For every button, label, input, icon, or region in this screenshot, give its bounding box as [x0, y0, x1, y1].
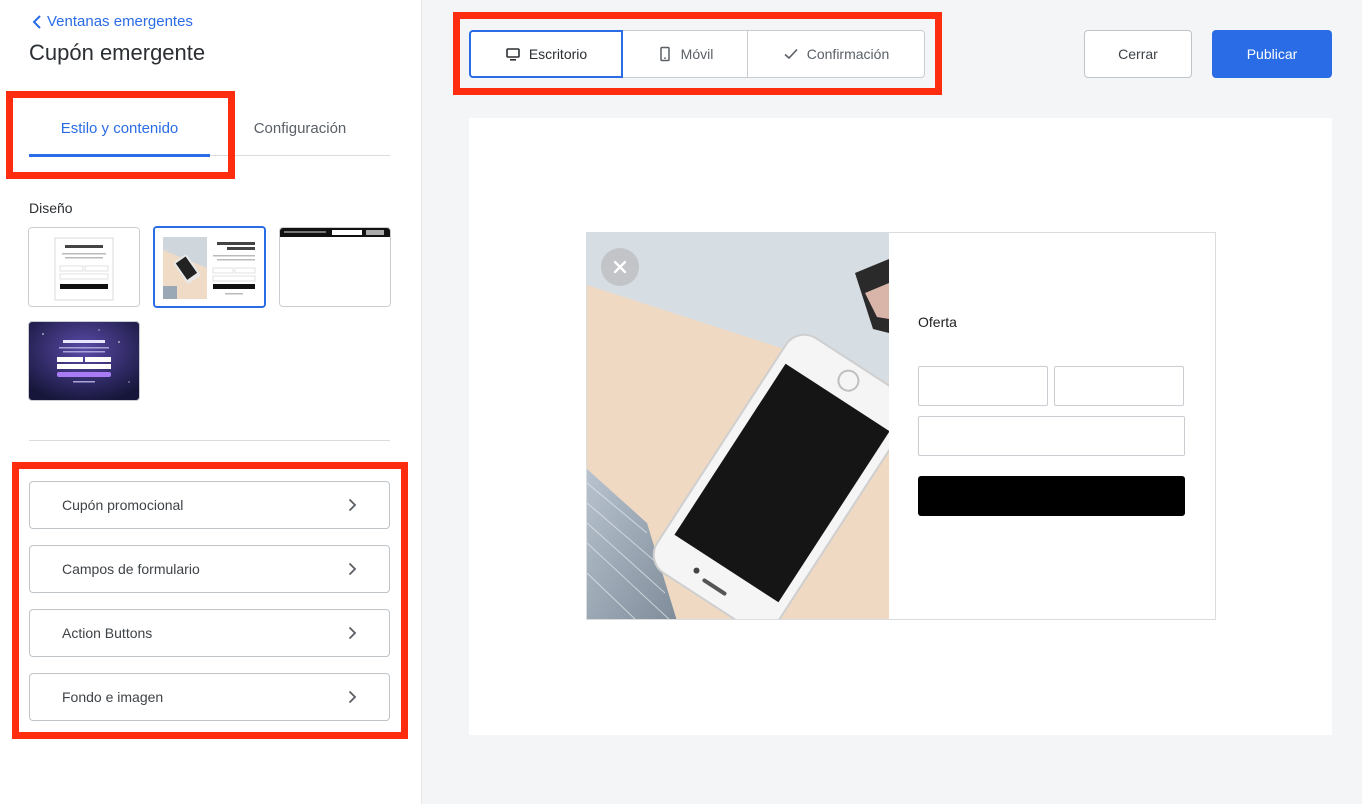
section-background-image-label: Fondo e imagen: [62, 689, 164, 705]
tab-bar: Estilo y contenido Configuración: [29, 100, 390, 157]
section-promo-coupon-label: Cupón promocional: [62, 497, 184, 513]
page-title: Cupón emergente: [29, 40, 206, 65]
design-section-label: Diseño: [29, 200, 73, 216]
section-action-buttons-label: Action Buttons: [62, 625, 153, 641]
section-action-buttons[interactable]: Action Buttons: [29, 609, 390, 657]
popup-preview: Oferta: [586, 232, 1216, 620]
section-promo-coupon[interactable]: Cupón promocional: [29, 481, 390, 529]
back-link[interactable]: Ventanas emergentes: [32, 13, 193, 30]
tab-configuration-label: Configuración: [253, 119, 347, 137]
back-link-label: Ventanas emergentes: [47, 13, 193, 30]
section-divider: [29, 440, 390, 441]
design-thumbnail-banner[interactable]: [279, 227, 391, 307]
chevron-right-icon: [348, 562, 357, 576]
section-form-fields-label: Campos de formulario: [62, 561, 200, 577]
popup-hero-image: [587, 233, 889, 619]
publish-button-label: Publicar: [1246, 46, 1298, 62]
design-thumbnail-banner-preview: [280, 228, 390, 306]
popup-first-name-field[interactable]: [918, 366, 1048, 406]
design-thumbnail-dark[interactable]: [28, 321, 140, 401]
tab-configuration[interactable]: Configuración: [210, 100, 390, 156]
tab-style-content-label: Estilo y contenido: [60, 119, 179, 137]
view-mobile-label: Móvil: [680, 46, 714, 62]
section-form-fields[interactable]: Campos de formulario: [29, 545, 390, 593]
view-confirmation-button[interactable]: Confirmación: [747, 30, 925, 78]
view-confirmation-label: Confirmación: [806, 46, 890, 62]
chevron-left-icon: [32, 14, 41, 29]
chevron-right-icon: [348, 626, 357, 640]
close-button[interactable]: Cerrar: [1084, 30, 1192, 78]
chevron-right-icon: [348, 498, 357, 512]
view-mobile-button[interactable]: Móvil: [622, 30, 748, 78]
preview-canvas: Oferta: [469, 118, 1332, 735]
mobile-icon: [659, 46, 670, 62]
design-thumbnail-centered[interactable]: [28, 227, 140, 307]
design-thumbnail-image-left-preview: [155, 228, 264, 306]
design-thumbnail-centered-preview: [29, 228, 139, 306]
popup-close-button[interactable]: [601, 248, 639, 286]
section-background-image[interactable]: Fondo e imagen: [29, 673, 390, 721]
chevron-right-icon: [348, 690, 357, 704]
popup-offer-text: Oferta: [918, 314, 957, 330]
popup-last-name-field[interactable]: [1054, 366, 1184, 406]
popup-email-field[interactable]: [918, 416, 1185, 456]
close-button-label: Cerrar: [1118, 46, 1158, 62]
check-icon: [784, 48, 798, 60]
sidebar: Ventanas emergentes Cupón emergente Esti…: [0, 0, 422, 804]
publish-button[interactable]: Publicar: [1212, 30, 1332, 78]
popup-submit-button[interactable]: [918, 476, 1185, 516]
view-desktop-button[interactable]: Escritorio: [469, 30, 623, 78]
desktop-icon: [506, 48, 520, 61]
close-icon: [613, 260, 627, 274]
design-thumbnail-image-left[interactable]: [153, 226, 266, 308]
tab-style-content[interactable]: Estilo y contenido: [29, 100, 210, 157]
view-desktop-label: Escritorio: [528, 46, 588, 62]
design-thumbnail-dark-preview: [29, 322, 139, 400]
